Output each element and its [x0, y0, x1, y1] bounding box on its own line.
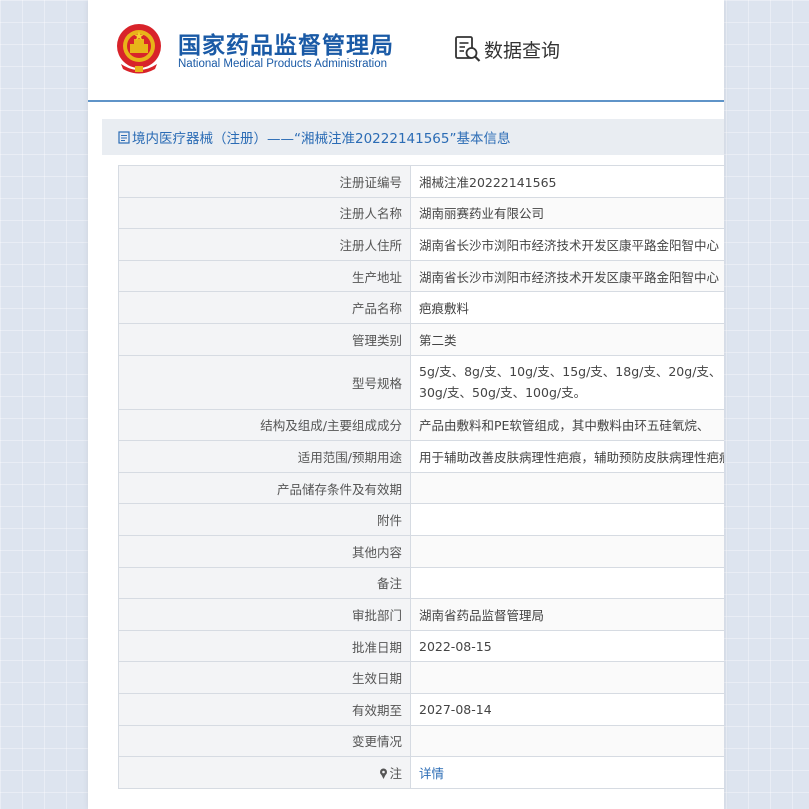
row-value: 用于辅助改善皮肤病理性疤痕，辅助预防皮肤病理性疤痕 — [410, 440, 724, 473]
row-value: 疤痕敷料 — [410, 291, 724, 324]
row-label: 注册证编号 — [118, 165, 411, 198]
row-value: 5g/支、8g/支、10g/支、15g/支、18g/支、20g/支、30g/支、… — [410, 354, 724, 410]
page: 国家药品监督管理局 National Medical Products Admi… — [88, 0, 724, 809]
row-value — [410, 566, 724, 600]
row-label: 产品名称 — [118, 291, 411, 324]
table-row: 结构及组成/主要组成成分 产品由敷料和PE软管组成，其中敷料由环五硅氧烷、 — [118, 408, 724, 442]
row-label: 注册人名称 — [118, 196, 411, 230]
table-row: 型号规格 5g/支、8g/支、10g/支、15g/支、18g/支、20g/支、30… — [118, 354, 724, 410]
data-search-icon — [455, 36, 481, 62]
data-query-link[interactable]: 数据查询 — [454, 34, 560, 64]
detail-table: 注册证编号 湘械注准20222141565 注册人名称 湖南丽赛药业有限公司 注册人… — [118, 165, 724, 789]
row-value — [410, 503, 724, 536]
org-name-cn: 国家药品监督管理局 — [178, 33, 394, 59]
data-query-label: 数据查询 — [484, 39, 561, 62]
row-label: 备注 — [118, 566, 411, 600]
row-label: 附件 — [118, 503, 411, 536]
row-value — [410, 534, 724, 568]
row-value: 湖南省长沙市浏阳市经济技术开发区康平路金阳智中心 — [410, 228, 724, 261]
row-label: 结构及组成/主要组成成分 — [118, 408, 411, 442]
breadcrumb-text: 境内医疗器械（注册）——“湘械注准20222141565”基本信息 — [132, 131, 511, 147]
row-value: 湖南省药品监督管理局 — [410, 598, 724, 631]
table-row: 适用范围/预期用途 用于辅助改善皮肤病理性疤痕，辅助预防皮肤病理性疤痕 — [118, 440, 724, 473]
national-emblem-icon — [117, 24, 161, 74]
org-name-en: National Medical Products Administration — [178, 58, 388, 70]
table-row: 其他内容 — [118, 534, 724, 568]
table-row: 管理类别 第二类 — [118, 322, 724, 356]
table-row: 注册人名称 湖南丽赛药业有限公司 — [118, 196, 724, 230]
row-value — [410, 724, 724, 758]
table-row: 批准日期 2022-08-15 — [118, 629, 724, 663]
table-row: 变更情况 — [118, 724, 724, 758]
table-row: 生产地址 湖南省长沙市浏阳市经济技术开发区康平路金阳智中心 — [118, 259, 724, 293]
row-label: 审批部门 — [118, 598, 411, 631]
row-value: 2022-08-15 — [410, 629, 724, 663]
row-value: 湖南丽赛药业有限公司 — [410, 196, 724, 230]
details-link[interactable]: 详情 — [419, 766, 444, 781]
table-row: 注册人住所 湖南省长沙市浏阳市经济技术开发区康平路金阳智中心 — [118, 228, 724, 261]
row-label: 注册人住所 — [118, 228, 411, 261]
table-row: 生效日期 — [118, 661, 724, 694]
table-row: 产品名称 疤痕敷料 — [118, 291, 724, 324]
table-row: 备注 — [118, 566, 724, 600]
document-icon — [118, 130, 130, 144]
row-value: 湘械注准20222141565 — [410, 165, 724, 198]
row-label: 产品储存条件及有效期 — [118, 471, 411, 505]
row-value: 产品由敷料和PE软管组成，其中敷料由环五硅氧烷、 — [410, 408, 724, 442]
note-label-cell: 注 — [118, 756, 411, 789]
row-label: 型号规格 — [118, 354, 411, 410]
site-header: 国家药品监督管理局 National Medical Products Admi… — [88, 0, 724, 102]
detail-table-wrapper: 注册证编号 湘械注准20222141565 注册人名称 湖南丽赛药业有限公司 注册人… — [118, 165, 724, 789]
row-label: 有效期至 — [118, 692, 411, 726]
row-value — [410, 471, 724, 505]
note-value-cell: 详情 — [410, 756, 724, 789]
row-label: 管理类别 — [118, 322, 411, 356]
note-label: 注 — [389, 765, 402, 781]
row-value — [410, 661, 724, 694]
row-label: 生效日期 — [118, 661, 411, 694]
row-value: 第二类 — [410, 322, 724, 356]
pin-icon — [380, 768, 388, 779]
note-row: 注 详情 — [118, 756, 724, 789]
table-row: 产品储存条件及有效期 — [118, 471, 724, 505]
row-label: 变更情况 — [118, 724, 411, 758]
table-row: 附件 — [118, 503, 724, 536]
row-label: 批准日期 — [118, 629, 411, 663]
row-label: 生产地址 — [118, 259, 411, 293]
table-row: 注册证编号 湘械注准20222141565 — [118, 165, 724, 198]
row-value: 2027-08-14 — [410, 692, 724, 726]
row-label: 适用范围/预期用途 — [118, 440, 411, 473]
row-label: 其他内容 — [118, 534, 411, 568]
table-row: 审批部门 湖南省药品监督管理局 — [118, 598, 724, 631]
breadcrumb: 境内医疗器械（注册）——“湘械注准20222141565”基本信息 — [102, 119, 724, 155]
table-row: 有效期至 2027-08-14 — [118, 692, 724, 726]
row-value: 湖南省长沙市浏阳市经济技术开发区康平路金阳智中心 — [410, 259, 724, 293]
